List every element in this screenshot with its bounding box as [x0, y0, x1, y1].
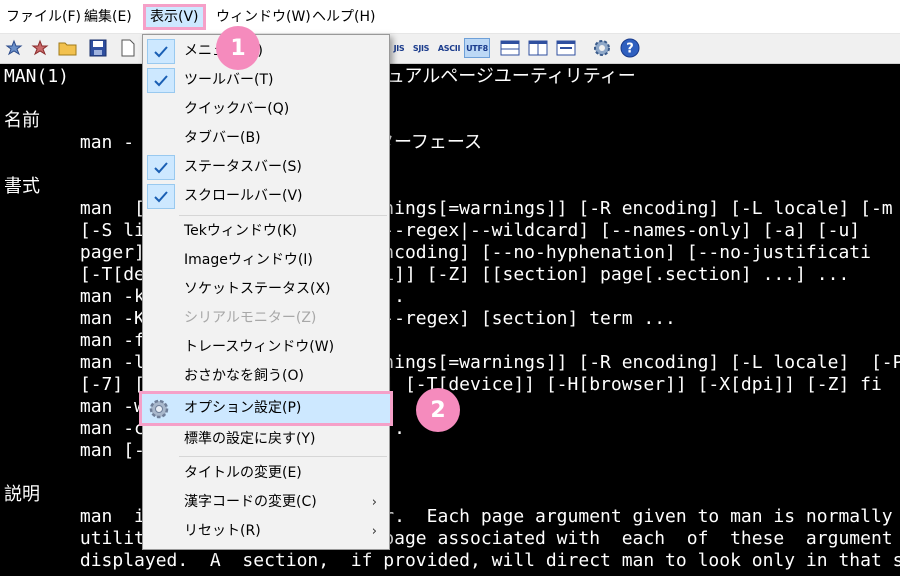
- terminal-line: utility al page associated with each of …: [4, 528, 893, 549]
- menu-item-label: オプション設定(P): [184, 400, 302, 416]
- terminal-line: 説明: [4, 484, 40, 505]
- encoding-utf8-icon[interactable]: UTF8: [464, 38, 490, 58]
- terminal-line: [-S li ] [--regex|--wildcard] [--names-o…: [4, 220, 861, 241]
- menu-item-toolbar[interactable]: ツールバー(T): [143, 66, 389, 95]
- check-icon: [147, 68, 175, 93]
- menu-help[interactable]: ヘルプ(H): [308, 4, 379, 30]
- menu-item-label: 標準の設定に戻す(Y): [184, 431, 316, 447]
- chevron-right-icon: ›: [371, 524, 377, 539]
- menu-item-statusbar[interactable]: ステータスバー(S): [143, 153, 389, 182]
- menu-view[interactable]: 表示(V): [143, 4, 206, 30]
- menu-item-reset[interactable]: リセット(R) ›: [143, 517, 389, 546]
- terminal-line: 名前: [4, 110, 40, 131]
- menu-item-label: スクロールバー(V): [184, 188, 303, 204]
- menu-edit[interactable]: 編集(E): [80, 4, 136, 30]
- menu-window[interactable]: ウィンドウ(W): [212, 4, 315, 30]
- step-badge-1: 1: [216, 26, 260, 70]
- layout-window-icon[interactable]: [556, 38, 576, 58]
- terminal-line: man [-: [4, 440, 145, 461]
- terminal-line: [-T[dev [dpi]] [-Z] [[section] page[.sec…: [4, 264, 850, 285]
- save-icon[interactable]: [88, 38, 108, 58]
- layout-vertical-icon[interactable]: [528, 38, 548, 58]
- menu-item-label: リセット(R): [184, 523, 261, 539]
- menu-item-serial-monitor: シリアルモニター(Z): [143, 304, 389, 333]
- menu-item-change-title[interactable]: タイトルの変更(E): [143, 459, 389, 488]
- menu-item-tabbar[interactable]: タブバー(B): [143, 124, 389, 153]
- chevron-right-icon: ›: [371, 495, 377, 510]
- terminal-screen[interactable]: MAN(1) マニュアルページユーティリティー 名前 man - オ ンターフェ…: [0, 64, 900, 576]
- menu-item-label: シリアルモニター(Z): [184, 310, 317, 326]
- encoding-sjis-icon[interactable]: SJIS: [408, 38, 434, 58]
- help-icon[interactable]: ?: [620, 38, 640, 58]
- menu-separator: [179, 456, 387, 457]
- svg-text:?: ?: [626, 42, 634, 57]
- menu-item-change-kanji[interactable]: 漢字コードの変更(C) ›: [143, 488, 389, 517]
- new-connection-icon[interactable]: [4, 38, 24, 58]
- check-icon: [147, 39, 175, 64]
- terminal-line: 書式: [4, 176, 40, 197]
- menu-item-label: おさかなを飼う(O): [184, 368, 304, 384]
- menu-item-label: ステータスバー(S): [184, 159, 302, 175]
- menu-item-restore-default[interactable]: 標準の設定に戻す(Y): [143, 425, 389, 454]
- menu-item-options[interactable]: オプション設定(P): [139, 391, 393, 426]
- terminal-line: displayed. A section, if provided, will …: [4, 550, 900, 571]
- menu-item-tek-window[interactable]: Tekウィンドウ(K): [143, 217, 389, 246]
- menu-item-quickbar[interactable]: クイックバー(Q): [143, 95, 389, 124]
- terminal-line: pager] E encoding] [--no-hyphenation] [-…: [4, 242, 871, 263]
- step-badge-2: 2: [416, 388, 460, 432]
- check-icon: [147, 184, 175, 209]
- menu-item-label: クイックバー(Q): [184, 101, 290, 117]
- menu-separator: [179, 215, 387, 216]
- menu-item-label: Imageウィンドウ(I): [184, 252, 313, 268]
- menu-bar: ファイル(F) 編集(E) 表示(V) ウィンドウ(W) ヘルプ(H): [0, 0, 900, 34]
- terminal-line: man [ warnings[=warnings]] [-R encoding]…: [4, 198, 900, 219]
- terminal-line: man is ager. Each page argument given to…: [4, 506, 900, 527]
- menu-item-label: 漢字コードの変更(C): [184, 494, 317, 510]
- toolbar: JIS SJIS ASCII UTF8 ?: [0, 34, 900, 64]
- encoding-ascii-icon[interactable]: ASCII: [436, 38, 462, 58]
- disconnect-icon[interactable]: [30, 38, 50, 58]
- open-folder-icon[interactable]: [58, 38, 78, 58]
- menu-item-menu[interactable]: メニュー(M): [143, 37, 389, 66]
- menu-item-label: タブバー(B): [184, 130, 261, 146]
- gear-icon: [148, 398, 170, 424]
- menu-item-socket-status[interactable]: ソケットステータス(X): [143, 275, 389, 304]
- new-file-icon[interactable]: [118, 38, 138, 58]
- menu-item-scrollbar[interactable]: スクロールバー(V): [143, 182, 389, 211]
- menu-item-label: Tekウィンドウ(K): [184, 223, 297, 239]
- menu-item-image-window[interactable]: Imageウィンドウ(I): [143, 246, 389, 275]
- menu-item-label: ツールバー(T): [184, 72, 274, 88]
- menu-item-label: タイトルの変更(E): [184, 465, 302, 481]
- menu-item-label: ソケットステータス(X): [184, 281, 331, 297]
- terminal-line: man -f: [4, 330, 145, 351]
- settings-gear-icon[interactable]: [592, 38, 612, 58]
- menu-file[interactable]: ファイル(F): [2, 4, 85, 30]
- menu-item-trace-window[interactable]: トレースウィンドウ(W): [143, 333, 389, 362]
- menu-item-label: トレースウィンドウ(W): [184, 339, 335, 355]
- layout-horizontal-icon[interactable]: [500, 38, 520, 58]
- terminal-line: man -l warnings[=warnings]] [-R encoding…: [4, 352, 900, 373]
- menu-item-keep-fish[interactable]: おさかなを飼う(O): [143, 362, 389, 391]
- check-icon: [147, 155, 175, 180]
- view-menu-dropdown: メニュー(M) ツールバー(T) クイックバー(Q) タブバー(B) ステータス…: [139, 34, 393, 550]
